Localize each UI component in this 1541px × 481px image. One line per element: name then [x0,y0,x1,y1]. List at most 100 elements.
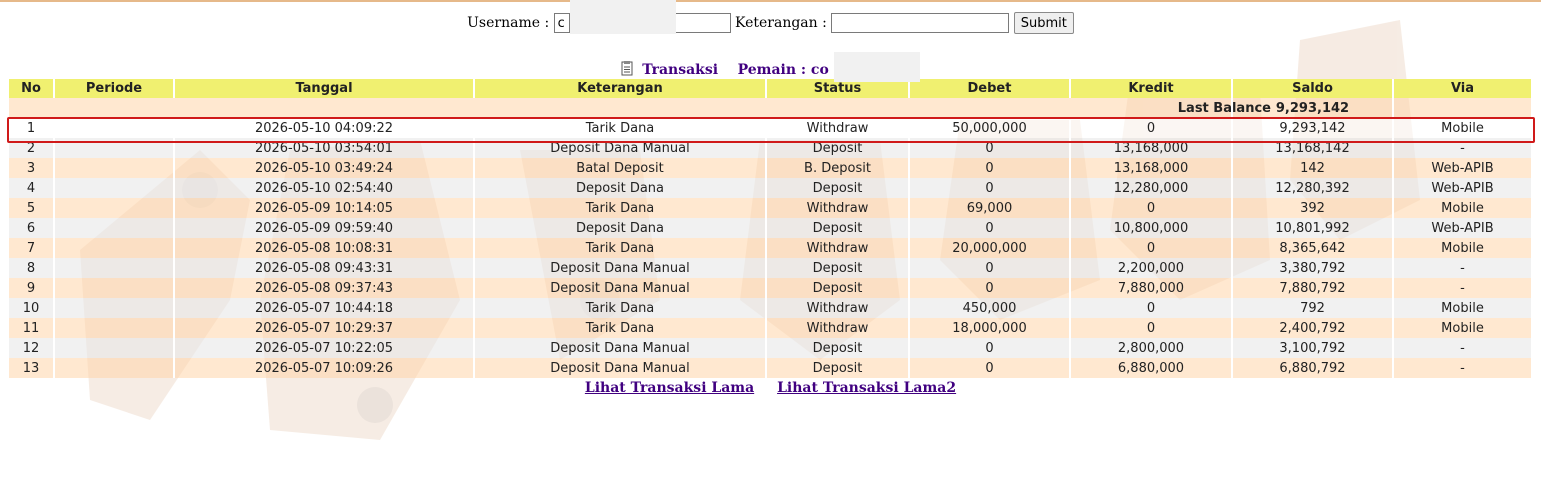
cell-kredit: 10,800,000 [1071,218,1233,238]
cell-debet: 20,000,000 [910,238,1071,258]
cell-keterangan: Tarik Dana [475,318,767,338]
username-redaction [570,0,677,34]
cell-saldo: 13,168,142 [1233,138,1394,158]
cell-periode [55,338,175,358]
cell-periode [55,138,175,158]
cell-status: Deposit [767,218,910,238]
cell-via: - [1394,278,1533,298]
cell-debet: 0 [910,338,1071,358]
cell-status: B. Deposit [767,158,910,178]
cell-periode [55,158,175,178]
cell-periode [55,218,175,238]
submit-button[interactable]: Submit [1013,12,1074,34]
cell-no: 6 [9,218,55,238]
cell-kredit: 6,880,000 [1071,358,1233,378]
cell-kredit: 0 [1071,238,1233,258]
cell-status: Withdraw [767,318,910,338]
table-row: 1 2026-05-10 04:09:22 Tarik Dana Withdraw 50… [9,118,1533,138]
cell-status: Withdraw [767,298,910,318]
cell-via: Mobile [1394,118,1533,138]
cell-periode [55,238,175,258]
transaction-table: No Periode Tanggal Keterangan Status Debet Kre… [9,79,1533,378]
cell-no: 1 [9,118,55,138]
cell-saldo: 12,280,392 [1233,178,1394,198]
cell-periode [55,198,175,218]
cell-periode [55,258,175,278]
cell-saldo: 7,880,792 [1233,278,1394,298]
pemain-redaction [833,52,920,82]
cell-kredit: 0 [1071,198,1233,218]
table-row: 12 2026-05-07 10:22:05 Deposit Dana Manual… [9,338,1533,358]
cell-saldo: 2,400,792 [1233,318,1394,338]
lihat-transaksi-lama2-link[interactable]: Lihat Transaksi Lama2 [777,380,956,396]
cell-saldo: 3,100,792 [1233,338,1394,358]
cell-tanggal: 2026-05-08 09:37:43 [175,278,475,298]
cell-periode [55,118,175,138]
table-row: 4 2026-05-10 02:54:40 Deposit Dana Deposit 0… [9,178,1533,198]
cell-saldo: 10,801,992 [1233,218,1394,238]
cell-keterangan: Deposit Dana Manual [475,278,767,298]
username-input-tail[interactable] [674,13,731,33]
cell-tanggal: 2026-05-09 10:14:05 [175,198,475,218]
table-row: 7 2026-05-08 10:08:31 Tarik Dana Withdraw 20… [9,238,1533,258]
cell-via: - [1394,258,1533,278]
cell-saldo: 3,380,792 [1233,258,1394,278]
cell-via: Web-APIB [1394,218,1533,238]
cell-keterangan: Deposit Dana Manual [475,338,767,358]
cell-debet: 0 [910,278,1071,298]
filter-form: Username : Keterangan : Submit [0,0,1541,34]
cell-keterangan: Deposit Dana [475,178,767,198]
cell-tanggal: 2026-05-07 10:22:05 [175,338,475,358]
cell-no: 10 [9,298,55,318]
footer-links: Lihat Transaksi Lama Lihat Transaksi Lam… [0,380,1541,396]
cell-kredit: 13,168,000 [1071,158,1233,178]
last-balance-row: Last Balance 9,293,142 [9,98,1533,118]
cell-debet: 69,000 [910,198,1071,218]
table-row: 9 2026-05-08 09:37:43 Deposit Dana Manual D… [9,278,1533,298]
cell-no: 12 [9,338,55,358]
cell-saldo: 142 [1233,158,1394,178]
cell-debet: 0 [910,258,1071,278]
cell-status: Withdraw [767,198,910,218]
lihat-transaksi-lama-link[interactable]: Lihat Transaksi Lama [585,380,754,396]
cell-status: Deposit [767,258,910,278]
cell-tanggal: 2026-05-07 10:09:26 [175,358,475,378]
cell-tanggal: 2026-05-10 03:49:24 [175,158,475,178]
cell-periode [55,178,175,198]
cell-debet: 0 [910,218,1071,238]
table-row: 2 2026-05-10 03:54:01 Deposit Dana Manual D… [9,138,1533,158]
cell-via: Mobile [1394,238,1533,258]
cell-no: 7 [9,238,55,258]
table-row: 10 2026-05-07 10:44:18 Tarik Dana Withdraw 4… [9,298,1533,318]
cell-saldo: 8,365,642 [1233,238,1394,258]
cell-periode [55,278,175,298]
keterangan-label: Keterangan : [735,15,827,31]
cell-keterangan: Deposit Dana Manual [475,358,767,378]
cell-no: 2 [9,138,55,158]
cell-keterangan: Tarik Dana [475,238,767,258]
keterangan-input[interactable] [831,13,1010,33]
cell-tanggal: 2026-05-09 09:59:40 [175,218,475,238]
cell-debet: 0 [910,158,1071,178]
cell-status: Deposit [767,338,910,358]
cell-debet: 0 [910,138,1071,158]
cell-kredit: 2,200,000 [1071,258,1233,278]
cell-via: - [1394,138,1533,158]
cell-keterangan: Tarik Dana [475,118,767,138]
cell-keterangan: Deposit Dana Manual [475,138,767,158]
cell-via: - [1394,358,1533,378]
cell-tanggal: 2026-05-07 10:29:37 [175,318,475,338]
cell-keterangan: Batal Deposit [475,158,767,178]
cell-debet: 50,000,000 [910,118,1071,138]
cell-no: 9 [9,278,55,298]
cell-via: Mobile [1394,298,1533,318]
username-input[interactable] [553,13,570,33]
cell-no: 4 [9,178,55,198]
cell-keterangan: Deposit Dana Manual [475,258,767,278]
cell-no: 3 [9,158,55,178]
cell-saldo: 9,293,142 [1233,118,1394,138]
page-title: Transaksi Pemain : co [0,52,1541,82]
cell-kredit: 0 [1071,298,1233,318]
top-border [0,0,1541,2]
cell-via: Mobile [1394,198,1533,218]
